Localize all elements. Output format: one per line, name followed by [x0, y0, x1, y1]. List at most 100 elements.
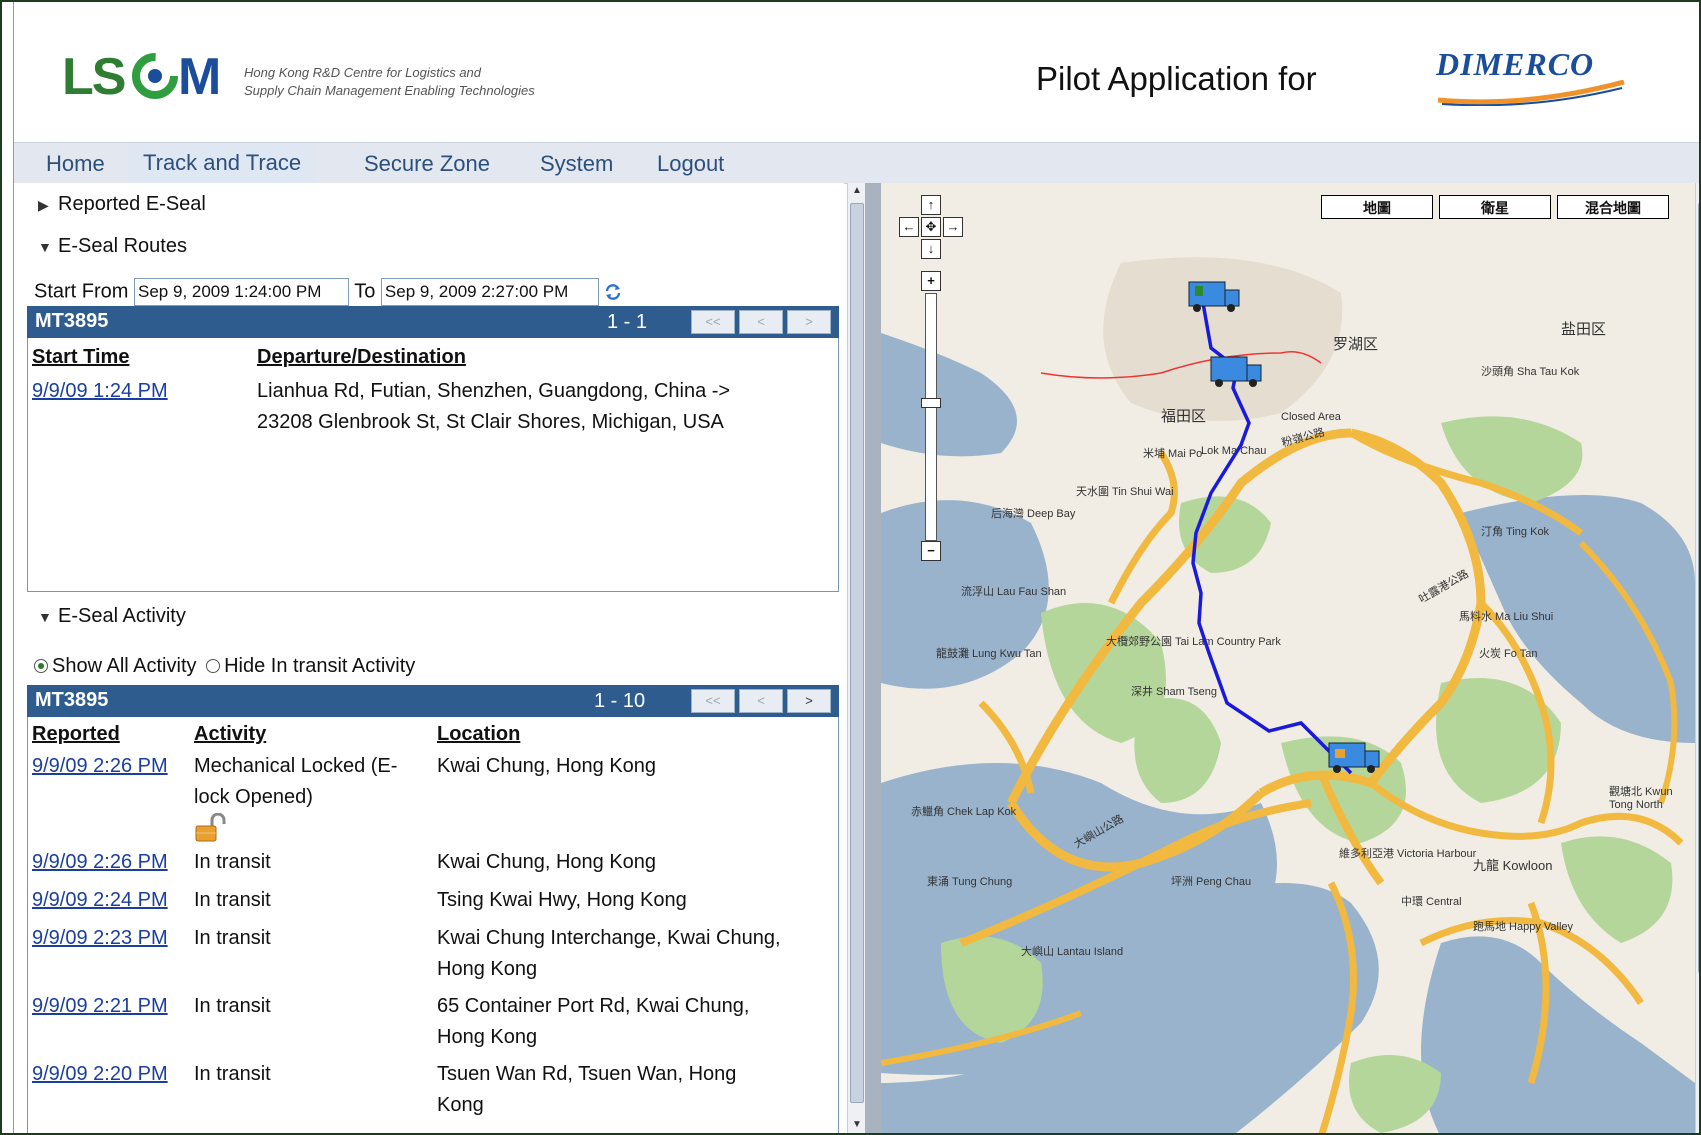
col-activity[interactable]: Activity [194, 723, 266, 746]
reported-time-link[interactable]: 9/9/09 2:21 PM [32, 991, 168, 1022]
routes-grid-header: MT3895 1 - 1 << < > [27, 306, 839, 338]
pan-down-icon[interactable]: ↓ [921, 239, 941, 259]
map-label: 罗湖区 [1333, 336, 1379, 353]
menu-home[interactable]: Home [46, 151, 105, 177]
activity-prev-page-button[interactable]: < [739, 689, 783, 713]
map-label: 盐田区 [1561, 321, 1607, 338]
map-label: 坪洲 Peng Chau [1171, 876, 1252, 888]
dimerco-swoosh-icon [1437, 80, 1625, 106]
padlock-open-icon [195, 812, 226, 842]
map-label: 維多利亞港 Victoria Harbour [1339, 848, 1477, 860]
activity-grid-range: 1 - 10 [594, 690, 646, 712]
routes-grid-title: MT3895 [35, 310, 109, 332]
zoom-slider-handle[interactable] [921, 398, 941, 408]
zoom-out-icon[interactable]: − [921, 541, 941, 561]
scroll-up-icon[interactable]: ▲ [1697, 185, 1699, 201]
panel-splitter[interactable] [865, 183, 881, 1133]
end-date-input[interactable]: Sep 9, 2009 2:27:00 PM [380, 278, 599, 306]
reported-time-link[interactable]: 9/9/09 2:26 PM [32, 847, 168, 878]
scroll-down-icon[interactable]: ▼ [849, 1119, 865, 1133]
page-container: LS M Hong Kong R&D Centre for Logistics … [13, 2, 1699, 1133]
main-menu: Home Track and Trace Secure Zone System … [14, 142, 1699, 184]
map-type-satellite-button[interactable]: 衛星 [1439, 195, 1551, 219]
reported-time-link[interactable]: 9/9/09 2:24 PM [32, 885, 168, 916]
map-label: 馬料水 Ma Liu Shui [1459, 611, 1554, 623]
routes-grid-body: Start Time Departure/Destination 9/9/09 … [27, 338, 839, 592]
pan-left-icon[interactable]: ← [899, 217, 919, 237]
start-date-input[interactable]: Sep 9, 2009 1:24:00 PM [134, 278, 350, 306]
map-type-hybrid-button[interactable]: 混合地圖 [1557, 195, 1669, 219]
reported-eseal-toggle[interactable]: ▶ Reported E-Seal [38, 193, 206, 216]
show-all-activity-radio[interactable]: Show All Activity [34, 655, 197, 677]
scrollbar-thumb[interactable] [850, 203, 864, 1103]
routes-first-page-button[interactable]: << [691, 310, 735, 334]
map-label: 米埔 Mai Po [1143, 448, 1203, 460]
reported-time-link[interactable]: 9/9/09 2:23 PM [32, 923, 168, 954]
eseal-routes-toggle[interactable]: ▼ E-Seal Routes [38, 235, 187, 258]
menu-track-and-trace[interactable]: Track and Trace [129, 143, 316, 183]
map-label: Closed Area [1281, 411, 1341, 423]
menu-system[interactable]: System [540, 151, 613, 177]
route-departure-destination: Lianhua Rd, Futian, Shenzhen, Guangdong,… [257, 376, 827, 438]
expand-down-icon: ▼ [38, 239, 52, 255]
pan-up-icon[interactable]: ↑ [921, 195, 941, 215]
activity-grid-header: MT3895 1 - 10 << < > [27, 685, 839, 717]
show-all-label: Show All Activity [52, 655, 197, 677]
activity-text: In transit [194, 1063, 271, 1085]
pan-center-icon[interactable]: ✥ [921, 217, 941, 237]
activity-text: In transit [194, 927, 271, 949]
menu-logout[interactable]: Logout [657, 151, 724, 177]
hide-transit-activity-radio[interactable]: Hide In transit Activity [202, 655, 415, 677]
activity-text-cont: lock Opened) [194, 786, 313, 808]
route-start-time-link[interactable]: 9/9/09 1:24 PM [32, 376, 168, 407]
col-start-time[interactable]: Start Time [32, 346, 129, 369]
reported-time-link[interactable]: 9/9/09 2:20 PM [32, 1059, 168, 1090]
col-reported[interactable]: Reported [32, 723, 120, 746]
map-label: 跑馬地 Happy Valley [1473, 921, 1574, 933]
location-text: Tsuen Wan Rd, Tsuen Wan, Hong [437, 1063, 737, 1085]
eseal-activity-label: E-Seal Activity [58, 605, 186, 627]
reported-time-link[interactable]: 9/9/09 2:26 PM [32, 751, 168, 782]
right-scrollbar[interactable]: ▲ ▼ [1695, 183, 1699, 1133]
map-label: 九龍 Kowloon [1473, 858, 1553, 873]
activity-first-page-button[interactable]: << [691, 689, 735, 713]
map-label: 后海灣 Deep Bay [991, 508, 1076, 520]
map-label: 龍鼓灘 Lung Kwu Tan [936, 648, 1042, 660]
map-label: 東涌 Tung Chung [927, 876, 1013, 888]
page-header: LS M Hong Kong R&D Centre for Logistics … [14, 2, 1699, 142]
location-text: 65 Container Port Rd, Kwai Chung, [437, 995, 750, 1017]
map-label: 天水圍 Tin Shui Wai [1076, 486, 1174, 498]
col-location[interactable]: Location [437, 723, 520, 746]
pan-right-icon[interactable]: → [943, 217, 963, 237]
start-from-label: Start From [34, 280, 129, 303]
map-label: 沙頭角 Sha Tau Kok [1481, 366, 1580, 378]
activity-next-page-button[interactable]: > [787, 689, 831, 713]
radio-unselected-icon [206, 659, 221, 673]
menu-secure-zone[interactable]: Secure Zone [364, 151, 490, 177]
svg-text:LS: LS [62, 48, 125, 106]
location-text: Kwai Chung Interchange, Kwai Chung, [437, 927, 781, 949]
map-label: Lok Ma Chau [1201, 445, 1267, 457]
scroll-up-icon[interactable]: ▲ [849, 185, 865, 201]
zoom-slider[interactable] [921, 293, 941, 541]
tagline-line-2: Supply Chain Management Enabling Technol… [244, 83, 535, 98]
lscm-logo-graphic: LS M [62, 48, 221, 106]
expand-down-icon: ▼ [38, 609, 52, 625]
map-type-map-button[interactable]: 地圖 [1321, 195, 1433, 219]
zoom-in-icon[interactable]: + [921, 271, 941, 291]
route-departure-line: Lianhua Rd, Futian, Shenzhen, Guangdong,… [257, 380, 731, 402]
col-departure-destination[interactable]: Departure/Destination [257, 346, 466, 369]
map-view[interactable]: 罗湖区 盐田区 福田区 Closed Area Lok Ma Chau 米埔 M… [881, 183, 1695, 1133]
routes-prev-page-button[interactable]: < [739, 310, 783, 334]
hide-transit-label: Hide In transit Activity [224, 655, 416, 677]
routes-next-page-button[interactable]: > [787, 310, 831, 334]
refresh-icon[interactable] [604, 283, 622, 301]
left-scrollbar[interactable]: ▲ ▼ [847, 183, 866, 1133]
activity-text: In transit [194, 851, 271, 873]
app-frame: LS M Hong Kong R&D Centre for Logistics … [0, 0, 1701, 1135]
lscm-logo: LS M [62, 46, 232, 119]
activity-text: Mechanical Locked (E- [194, 755, 398, 777]
scroll-down-icon[interactable]: ▼ [1697, 1119, 1699, 1133]
eseal-activity-toggle[interactable]: ▼ E-Seal Activity [38, 605, 186, 628]
radio-selected-icon [34, 659, 48, 673]
